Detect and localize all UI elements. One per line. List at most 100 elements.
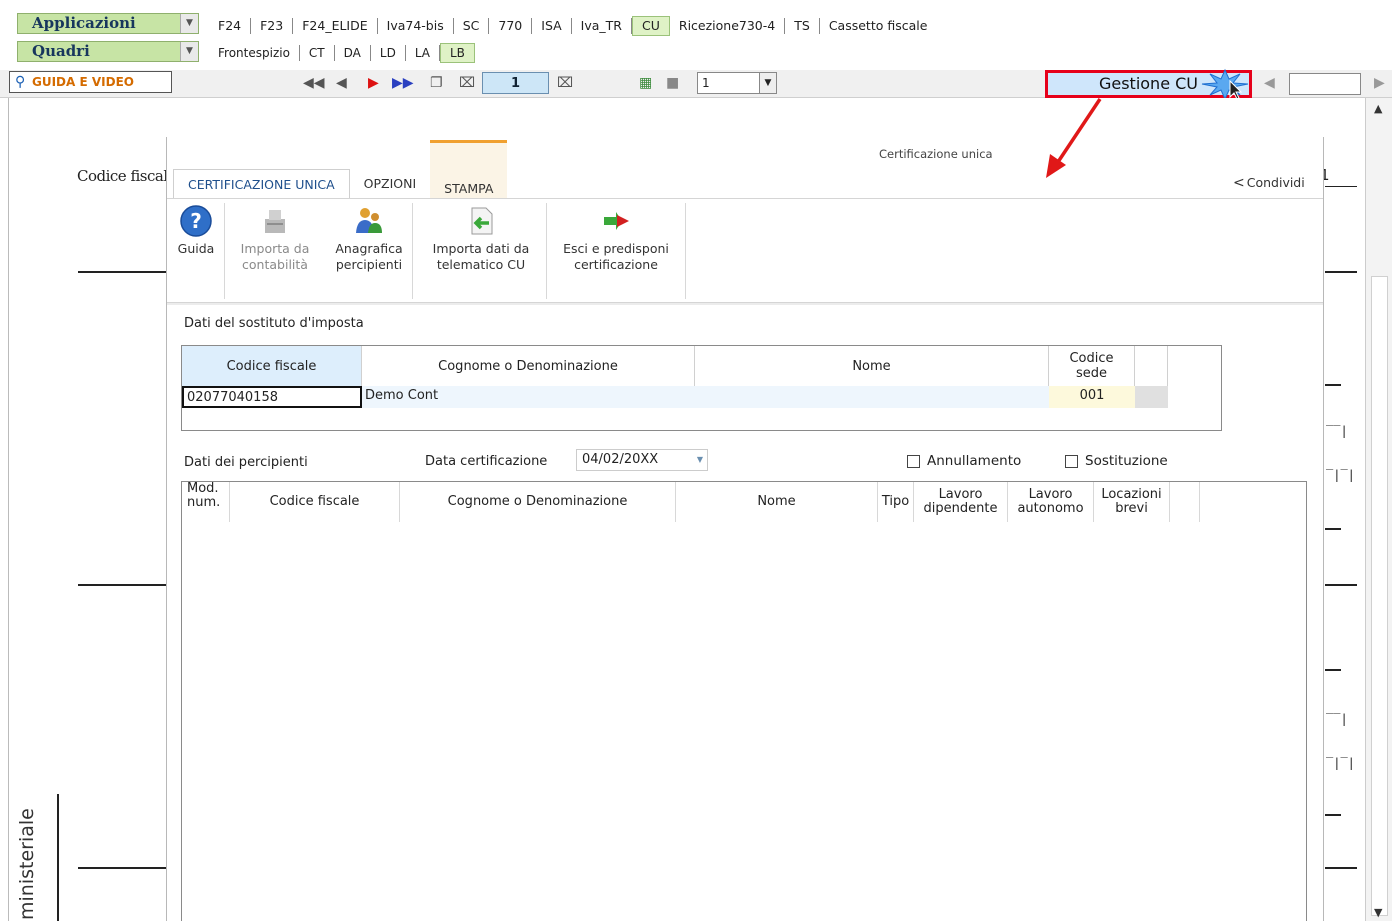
sostituzione-checkbox[interactable]: Sostituzione xyxy=(1065,453,1168,469)
checkbox-box[interactable] xyxy=(1065,454,1078,468)
col-header-cognome: Cognome o Denominazione xyxy=(362,346,695,386)
bg-line xyxy=(1325,271,1357,273)
bg-line xyxy=(1325,186,1357,187)
ribbon-separator xyxy=(546,203,547,299)
tab-certificazione-unica[interactable]: CERTIFICAZIONE UNICA xyxy=(173,169,350,199)
chevron-down-icon[interactable]: ▼ xyxy=(759,73,776,93)
gestione-cu-dialog: Certificazione unica < Condividi CERTIFIC… xyxy=(166,137,1324,921)
quadri-label: Quadri xyxy=(32,42,90,60)
applicazioni-select[interactable]: Applicazioni ▼ xyxy=(17,13,199,34)
percipienti-section-label: Dati dei percipienti xyxy=(184,455,308,470)
scroll-up-icon[interactable]: ▲ xyxy=(1374,102,1382,115)
quadri-select[interactable]: Quadri ▼ xyxy=(17,41,199,62)
tab-iva-tr[interactable]: Iva_TR xyxy=(572,18,632,34)
scroll-down-icon[interactable]: ▼ xyxy=(1374,906,1382,919)
checkbox-box[interactable] xyxy=(907,454,920,468)
tab-ct[interactable]: CT xyxy=(300,45,335,61)
annullamento-checkbox[interactable]: Annullamento xyxy=(907,453,1021,469)
nome-field[interactable] xyxy=(695,386,1049,408)
data-certificazione-field[interactable]: 04/02/20XX ▼ xyxy=(576,449,708,471)
chevron-down-icon[interactable]: ▼ xyxy=(180,42,198,61)
next-page-icon[interactable]: ▶ xyxy=(368,74,379,92)
toolbar: ⚲ GUIDA E VIDEO ◀◀ ◀ ▶ ▶▶ ❐ ⌧ 1 ⌧ ▦ ■ 1 … xyxy=(0,68,1392,100)
import-accounting-icon xyxy=(265,210,285,233)
ribbon-tabs: CERTIFICAZIONE UNICA OPZIONI STAMPA xyxy=(173,140,508,199)
tab-la[interactable]: LA xyxy=(406,45,440,61)
tab-sc[interactable]: SC xyxy=(454,18,490,34)
help-icon: ? xyxy=(180,205,212,237)
anagrafica-percipienti-button[interactable]: Anagrafica percipienti xyxy=(327,205,411,273)
anagrafica-line2: percipienti xyxy=(335,257,403,272)
col-header-lavoro-dipendente: Lavoro dipendente xyxy=(914,482,1008,522)
tab-cu[interactable]: CU xyxy=(632,16,670,36)
tab-cassetto-fiscale[interactable]: Cassetto fiscale xyxy=(820,18,937,34)
stop-icon[interactable]: ■ xyxy=(666,74,679,92)
tab-da[interactable]: DA xyxy=(335,45,371,61)
last-page-icon[interactable]: ▶▶ xyxy=(392,74,414,92)
applicazioni-label: Applicazioni xyxy=(32,14,136,32)
col-header-codice-sede: Codice sede xyxy=(1049,346,1135,386)
module-combo[interactable]: 1 ▼ xyxy=(697,72,777,94)
dip-line2: dipendente xyxy=(923,501,998,516)
codice-fiscale-field[interactable]: 02077040158 xyxy=(182,386,362,408)
right-input[interactable] xyxy=(1289,73,1361,95)
tab-ts[interactable]: TS xyxy=(785,18,820,34)
chevron-down-icon[interactable]: ▼ xyxy=(697,450,703,470)
chevron-down-icon[interactable]: ▼ xyxy=(180,14,198,33)
quadri-tabbar: Frontespizio CT DA LD LA LB xyxy=(209,42,475,64)
tab-opzioni[interactable]: OPZIONI xyxy=(350,169,431,199)
next-icon[interactable]: ▶ xyxy=(1374,74,1385,92)
share-button[interactable]: < Condividi xyxy=(1233,175,1305,191)
annullamento-label: Annullamento xyxy=(927,453,1022,469)
col-header-cognome: Cognome o Denominazione xyxy=(400,482,676,522)
tab-frontespizio[interactable]: Frontespizio xyxy=(209,45,300,61)
importa-contabilita-button[interactable]: Importa da contabilità xyxy=(230,205,320,273)
esci-predisponi-button[interactable]: Esci e predisponi certificazione xyxy=(551,205,681,273)
copy-page-icon[interactable]: ❐ xyxy=(430,74,443,92)
tab-iva74bis[interactable]: Iva74-bis xyxy=(378,18,454,34)
prev-icon[interactable]: ◀ xyxy=(1264,74,1275,92)
importa-contabilita-line1: Importa da xyxy=(240,241,310,256)
col-header-empty xyxy=(1135,346,1168,386)
mod-line2: num. xyxy=(187,495,221,510)
tab-isa[interactable]: ISA xyxy=(532,18,572,34)
scrollbar-thumb[interactable] xyxy=(1371,276,1388,916)
tab-f24[interactable]: F24 xyxy=(209,18,252,34)
first-page-icon[interactable]: ◀◀ xyxy=(303,74,325,92)
vertical-scrollbar[interactable]: ▲ ▼ xyxy=(1365,98,1392,921)
click-highlight-icon xyxy=(1201,68,1249,100)
delete-page-icon[interactable]: ⌧ xyxy=(459,74,475,92)
search-icon: ⚲ xyxy=(15,74,26,90)
tab-f23[interactable]: F23 xyxy=(251,18,294,34)
tab-stampa[interactable]: STAMPA xyxy=(430,140,508,199)
svg-text:?: ? xyxy=(190,209,202,233)
aut-line1: Lavoro xyxy=(1028,487,1073,502)
importa-telematico-button[interactable]: Importa dati da telematico CU xyxy=(419,205,543,273)
tab-ld[interactable]: LD xyxy=(371,45,406,61)
codice-sede-field[interactable]: 001 xyxy=(1049,386,1135,408)
tab-lb[interactable]: LB xyxy=(440,43,475,63)
ribbon: ? Guida Importa da contabilità Anagrafic… xyxy=(167,198,1323,303)
bg-vertical-line xyxy=(57,794,59,921)
sostituzione-label: Sostituzione xyxy=(1085,453,1168,469)
prev-page-icon[interactable]: ◀ xyxy=(336,74,347,92)
bg-bracket-mark: ‾|‾| xyxy=(1326,468,1355,482)
cognome-field[interactable]: Demo Cont xyxy=(362,386,695,408)
sostituto-section-label: Dati del sostituto d'imposta xyxy=(184,316,364,331)
tab-770[interactable]: 770 xyxy=(489,18,533,34)
guida-video-button[interactable]: ⚲ GUIDA E VIDEO xyxy=(9,71,172,93)
importa-telematico-line1: Importa dati da xyxy=(432,241,530,256)
dip-line1: Lavoro xyxy=(938,487,983,502)
dialog-title: Certificazione unica xyxy=(879,147,993,161)
share-label: Condividi xyxy=(1246,175,1305,190)
tab-ricezione730[interactable]: Ricezione730-4 xyxy=(670,18,786,34)
page-number-box[interactable]: 1 xyxy=(482,72,549,94)
remove-page-icon[interactable]: ⌧ xyxy=(557,74,573,92)
guida-button[interactable]: ? Guida xyxy=(174,205,218,257)
percipienti-table[interactable]: Mod. num. Codice fiscale Cognome o Denom… xyxy=(181,481,1307,921)
bg-bracket-mark: ‾‾| xyxy=(1326,712,1348,726)
col-header-empty xyxy=(1170,482,1200,522)
tab-f24-elide[interactable]: F24_ELIDE xyxy=(293,18,378,34)
add-module-icon[interactable]: ▦ xyxy=(639,74,652,92)
guida-video-label: GUIDA E VIDEO xyxy=(32,75,134,89)
